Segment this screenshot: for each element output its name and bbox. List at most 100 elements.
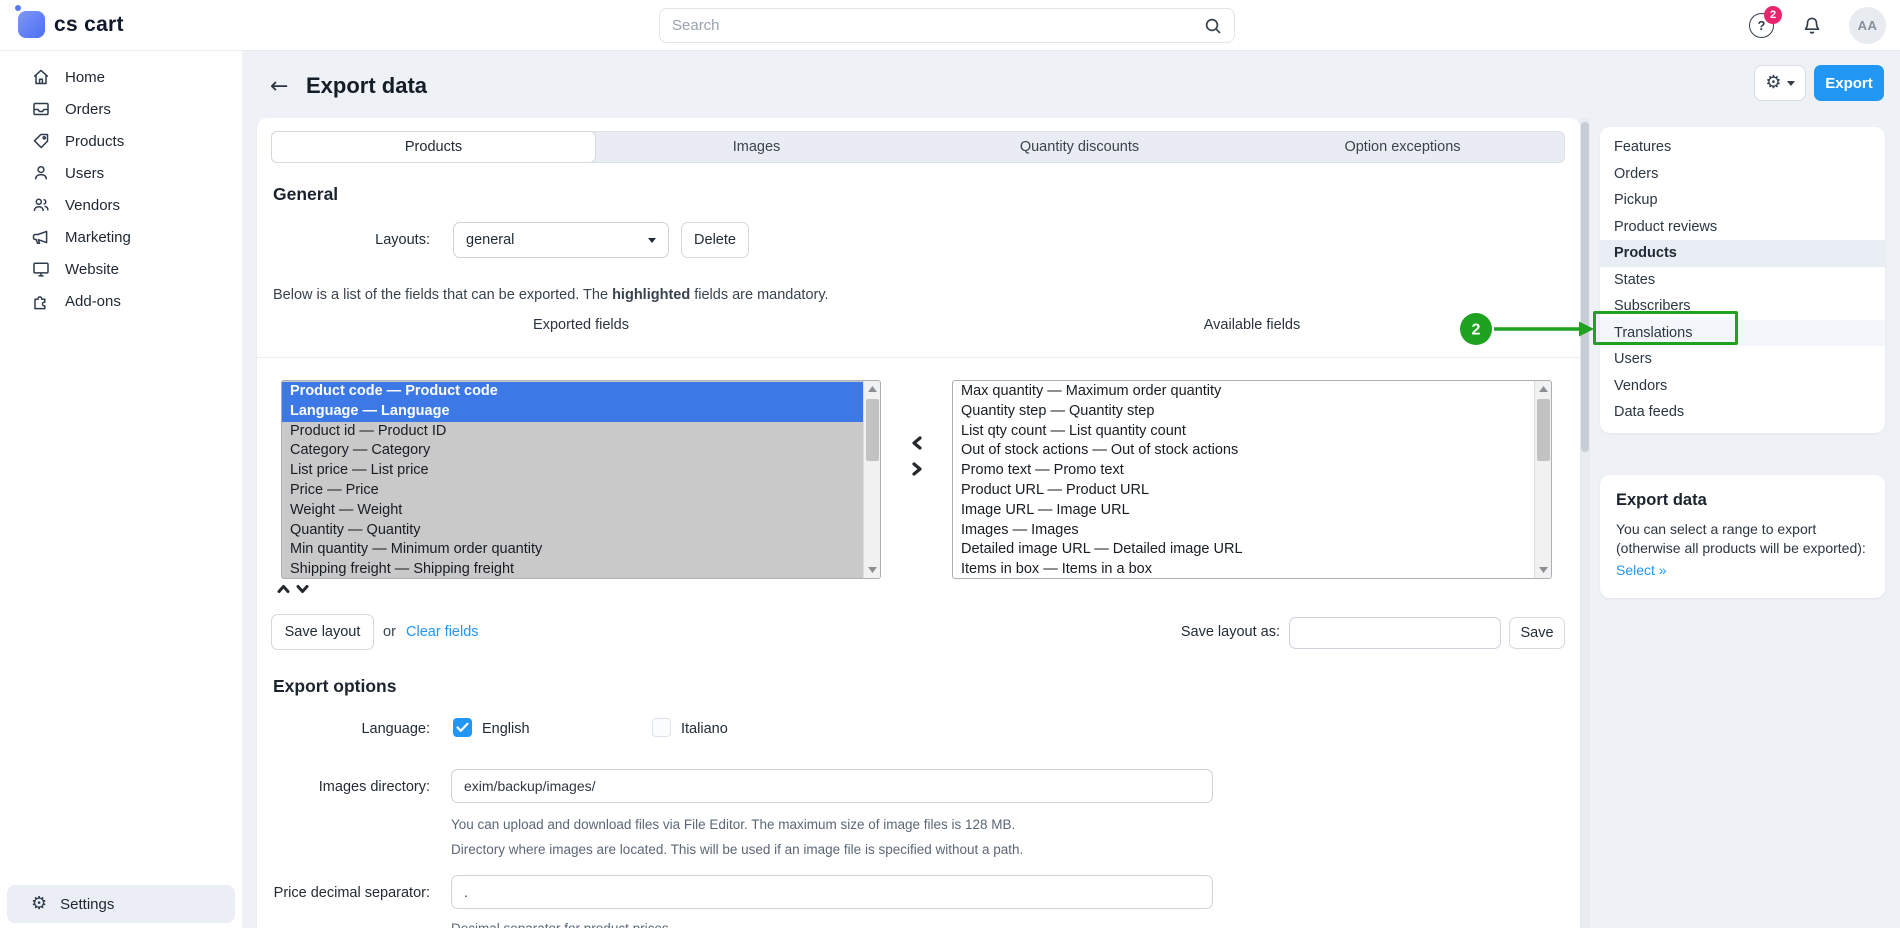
or-text: or <box>383 624 396 640</box>
help-menu-button[interactable]: ? 2 <box>1749 13 1775 39</box>
chevron-down-icon <box>1787 81 1795 86</box>
list-item[interactable]: Images — Images <box>953 521 1534 541</box>
price-separator-input[interactable] <box>451 875 1213 909</box>
back-arrow-button[interactable]: ← <box>270 74 288 99</box>
tag-icon <box>31 131 51 151</box>
sidebar-item-vendors[interactable]: Vendors <box>0 189 242 221</box>
list-item[interactable]: Items in box — Items in a box <box>953 560 1534 579</box>
tab-images[interactable]: Images <box>595 132 918 162</box>
export-type-vendors[interactable]: Vendors <box>1600 373 1885 400</box>
content-scrollbar[interactable] <box>1580 118 1590 928</box>
monitor-icon <box>31 259 51 279</box>
main-content: ← Export data ⚙ Export Products Images Q… <box>242 51 1900 928</box>
save-button[interactable]: Save <box>1509 617 1565 649</box>
tab-option-exceptions[interactable]: Option exceptions <box>1241 132 1564 162</box>
export-type-orders[interactable]: Orders <box>1600 161 1885 188</box>
list-item[interactable]: Max quantity — Maximum order quantity <box>953 382 1534 402</box>
sidebar-item-addons[interactable]: Add-ons <box>0 285 242 317</box>
export-type-subscribers[interactable]: Subscribers <box>1600 293 1885 320</box>
list-item[interactable]: Language — Language <box>282 402 863 422</box>
scroll-up-icon[interactable] <box>1535 381 1552 397</box>
list-item[interactable]: List price — List price <box>282 461 863 481</box>
export-type-data-feeds[interactable]: Data feeds <box>1600 399 1885 426</box>
check-icon <box>456 722 469 733</box>
price-separator-label: Price decimal separator: <box>257 885 430 901</box>
reorder-up-icon[interactable] <box>277 584 290 594</box>
sidebar-item-marketing[interactable]: Marketing <box>0 221 242 253</box>
sidebar-item-home[interactable]: Home <box>0 61 242 93</box>
tab-quantity-discounts[interactable]: Quantity discounts <box>918 132 1241 162</box>
save-layout-as-input[interactable] <box>1289 617 1501 649</box>
puzzle-icon <box>31 291 51 311</box>
scrollbar-thumb[interactable] <box>866 399 879 461</box>
available-fields-listbox[interactable]: Max quantity — Maximum order quantity Qu… <box>952 380 1552 579</box>
move-left-icon[interactable] <box>911 436 923 450</box>
export-types-panel: Features Orders Pickup Product reviews P… <box>1600 127 1885 433</box>
export-type-features[interactable]: Features <box>1600 134 1885 161</box>
settings-dropdown-button[interactable]: ⚙ <box>1754 65 1806 101</box>
language-english-checkbox[interactable] <box>453 718 472 737</box>
images-directory-hint-1: You can upload and download files via Fi… <box>451 817 1015 832</box>
clear-fields-link[interactable]: Clear fields <box>406 624 479 640</box>
language-italiano-label: Italiano <box>681 721 728 737</box>
list-item[interactable]: Price — Price <box>282 481 863 501</box>
layouts-select[interactable]: general <box>453 222 669 258</box>
list-item[interactable]: Quantity — Quantity <box>282 521 863 541</box>
list-item[interactable]: Min quantity — Minimum order quantity <box>282 540 863 560</box>
cscart-logo-icon <box>18 11 45 38</box>
export-form-card: Products Images Quantity discounts Optio… <box>257 118 1580 928</box>
gear-icon: ⚙ <box>1765 74 1781 92</box>
notifications-button[interactable] <box>1801 15 1823 37</box>
list-item[interactable]: Shipping freight — Shipping freight <box>282 560 863 579</box>
list-item[interactable]: Product code — Product code <box>282 382 863 402</box>
reorder-down-icon[interactable] <box>296 584 309 594</box>
megaphone-icon <box>31 227 51 247</box>
search-input[interactable] <box>660 17 1204 34</box>
tab-products[interactable]: Products <box>271 131 596 163</box>
list-item[interactable]: Category — Category <box>282 441 863 461</box>
sidebar-item-label: Add-ons <box>65 293 121 310</box>
exported-fields-listbox[interactable]: Product code — Product code Language — L… <box>281 380 881 579</box>
list-item[interactable]: List qty count — List quantity count <box>953 422 1534 442</box>
list-item[interactable]: Weight — Weight <box>282 501 863 521</box>
export-type-users[interactable]: Users <box>1600 346 1885 373</box>
scroll-down-icon[interactable] <box>864 562 881 578</box>
global-search[interactable] <box>659 8 1235 43</box>
export-type-translations[interactable]: Translations <box>1600 320 1885 347</box>
listbox-scrollbar[interactable] <box>863 381 880 578</box>
list-item[interactable]: Out of stock actions — Out of stock acti… <box>953 441 1534 461</box>
language-italiano-checkbox[interactable] <box>652 718 671 737</box>
export-button[interactable]: Export <box>1814 65 1884 101</box>
list-item[interactable]: Detailed image URL — Detailed image URL <box>953 540 1534 560</box>
sidebar-item-label: Home <box>65 69 105 86</box>
avatar[interactable]: AA <box>1849 7 1886 44</box>
scroll-down-icon[interactable] <box>1535 562 1552 578</box>
list-item[interactable]: Product id — Product ID <box>282 422 863 442</box>
save-layout-button[interactable]: Save layout <box>271 614 374 650</box>
sidebar-item-users[interactable]: Users <box>0 157 242 189</box>
sidebar-item-orders[interactable]: Orders <box>0 93 242 125</box>
scrollbar-thumb[interactable] <box>1537 399 1550 461</box>
move-right-icon[interactable] <box>911 462 923 476</box>
list-item[interactable]: Quantity step — Quantity step <box>953 402 1534 422</box>
select-range-link[interactable]: Select » <box>1600 558 1683 578</box>
export-type-states[interactable]: States <box>1600 267 1885 294</box>
sidebar-item-settings[interactable]: ⚙ Settings <box>7 885 235 923</box>
cscart-logo[interactable]: cs cart <box>18 11 124 38</box>
export-type-pickup[interactable]: Pickup <box>1600 187 1885 214</box>
scrollbar-thumb[interactable] <box>1581 122 1589 452</box>
orders-icon <box>31 99 51 119</box>
sidebar-item-products[interactable]: Products <box>0 125 242 157</box>
scroll-up-icon[interactable] <box>864 381 881 397</box>
export-type-products[interactable]: Products <box>1600 240 1885 267</box>
list-item[interactable]: Image URL — Image URL <box>953 501 1534 521</box>
images-directory-input[interactable] <box>451 769 1213 803</box>
search-icon[interactable] <box>1204 17 1222 35</box>
sidebar-item-website[interactable]: Website <box>0 253 242 285</box>
list-item[interactable]: Product URL — Product URL <box>953 481 1534 501</box>
list-item[interactable]: Promo text — Promo text <box>953 461 1534 481</box>
export-type-product-reviews[interactable]: Product reviews <box>1600 214 1885 241</box>
listbox-scrollbar[interactable] <box>1534 381 1551 578</box>
delete-layout-button[interactable]: Delete <box>681 222 749 258</box>
bell-icon <box>1801 15 1823 37</box>
